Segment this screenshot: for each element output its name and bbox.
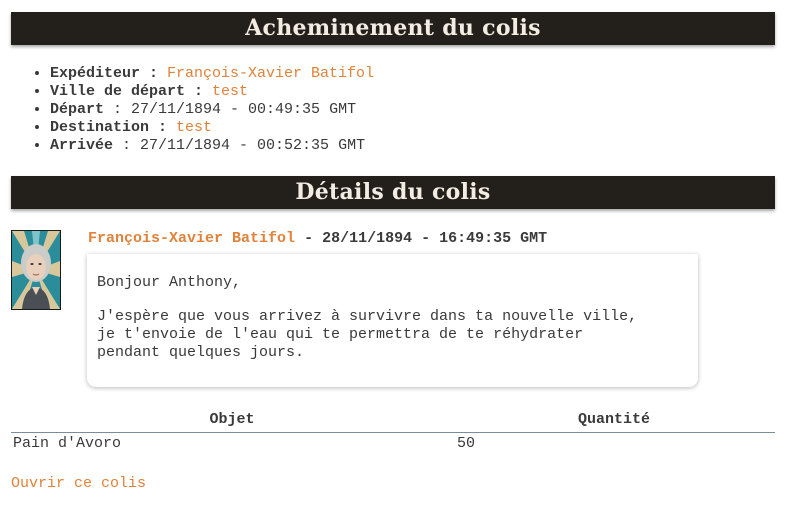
items-table: Objet Quantité Pain d'Avoro 50	[11, 411, 775, 453]
routing-info-list: Expéditeur : François-Xavier Batifol Vil…	[33, 65, 374, 155]
arrival-time-value: 27/11/1894 - 00:52:35 GMT	[140, 137, 366, 154]
message-bubble: Bonjour Anthony, J'espère que vous arriv…	[87, 254, 698, 387]
table-row: Pain d'Avoro 50	[11, 433, 775, 454]
column-header-object: Objet	[11, 411, 453, 433]
sender-avatar[interactable]	[11, 230, 61, 310]
routing-section-header: Acheminement du colis	[11, 12, 775, 45]
destination-label: Destination	[50, 119, 150, 136]
message-body: J'espère que vous arrivez à survivre dan…	[97, 308, 638, 361]
arrival-time-label: Arrivée	[50, 137, 114, 154]
table-header-row: Objet Quantité	[11, 411, 775, 433]
departure-time-value: 27/11/1894 - 00:49:35 GMT	[131, 101, 357, 118]
destination-link[interactable]: test	[176, 119, 212, 136]
departure-city-label: Ville de départ	[50, 83, 186, 100]
destination-item: Destination : test	[50, 119, 374, 137]
message-date: 28/11/1894 - 16:49:35 GMT	[322, 230, 548, 247]
departure-city-link[interactable]: test	[212, 83, 248, 100]
sender-item: Expéditeur : François-Xavier Batifol	[50, 65, 374, 83]
arrival-time-item: Arrivée : 27/11/1894 - 00:52:35 GMT	[50, 137, 374, 155]
details-section-header: Détails du colis	[11, 176, 775, 209]
item-object-cell: Pain d'Avoro	[13, 434, 122, 452]
message-header: François-Xavier Batifol - 28/11/1894 - 1…	[88, 230, 548, 247]
avatar-portrait-icon	[12, 231, 60, 309]
sender-label: Expéditeur	[50, 65, 141, 82]
sender-link[interactable]: François-Xavier Batifol	[167, 65, 374, 82]
departure-time-item: Départ : 27/11/1894 - 00:49:35 GMT	[50, 101, 374, 119]
item-quantity-cell: 50	[457, 434, 476, 452]
message-greeting: Bonjour Anthony,	[97, 274, 242, 291]
departure-time-label: Départ	[50, 101, 105, 118]
departure-city-item: Ville de départ : test	[50, 83, 374, 101]
column-header-quantity: Quantité	[453, 411, 775, 433]
message-author-link[interactable]: François-Xavier Batifol	[88, 230, 295, 247]
open-package-link[interactable]: Ouvrir ce colis	[11, 475, 146, 492]
